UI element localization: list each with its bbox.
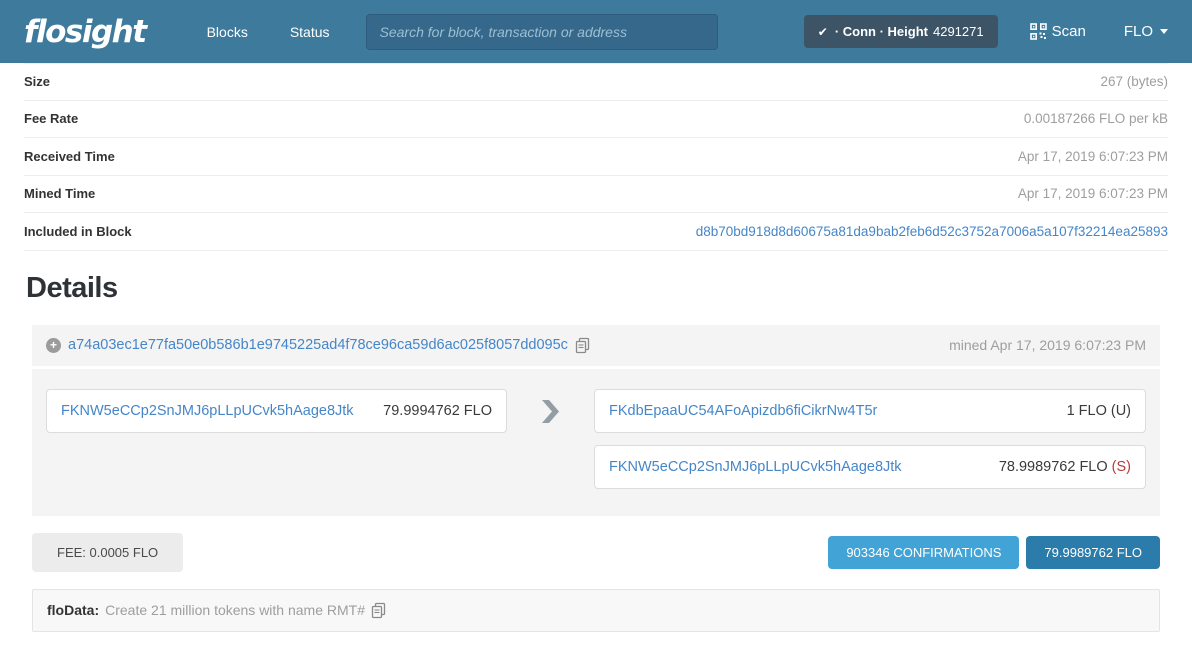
output-row: FKNW5eCCp2SnJMJ6pLLpUCvk5hAage8Jtk 78.99… [594,445,1146,489]
currency-dropdown[interactable]: FLO [1124,23,1168,40]
navbar: flosight Blocks Status ✔ · Conn · Height… [0,0,1192,63]
row-label: Included in Block [24,224,132,239]
arrow-column [507,389,594,489]
row-value: Apr 17, 2019 6:07:23 PM [1018,186,1168,201]
check-icon: ✔ [818,25,828,39]
table-row-fee-rate: Fee Rate 0.00187266 FLO per kB [24,101,1168,139]
unspent-flag: (U) [1111,403,1131,419]
row-label: Mined Time [24,186,95,201]
output-amount: 78.9989762 FLO(S) [999,459,1131,475]
spent-flag: (S) [1112,459,1131,475]
output-address-link[interactable]: FKdbEpaaUC54AFoApizdb6fiCikrNw4T5r [609,403,877,419]
txid-link[interactable]: a74a03ec1e77fa50e0b586b1e9745225ad4f78ce… [68,337,568,353]
output-address-link[interactable]: FKNW5eCCp2SnJMJ6pLLpUCvk5hAage8Jtk [609,459,902,475]
tx-summary-table: Size 267 (bytes) Fee Rate 0.00187266 FLO… [24,63,1168,251]
input-row: FKNW5eCCp2SnJMJ6pLLpUCvk5hAage8Jtk 79.99… [46,389,507,433]
search-wrap [366,14,718,50]
row-label: Received Time [24,149,115,164]
table-row-included-in-block: Included in Block d8b70bd918d8d60675a81d… [24,213,1168,251]
input-address-link[interactable]: FKNW5eCCp2SnJMJ6pLLpUCvk5hAage8Jtk [61,403,354,419]
table-row-mined-time: Mined Time Apr 17, 2019 6:07:23 PM [24,176,1168,214]
row-value: Apr 17, 2019 6:07:23 PM [1018,149,1168,164]
nav-item-blocks[interactable]: Blocks [186,24,269,40]
scan-label: Scan [1052,23,1086,40]
flodata-text: Create 21 million tokens with name RMT# [105,602,365,618]
transaction-card: + a74a03ec1e77fa50e0b586b1e9745225ad4f78… [32,325,1160,516]
confirmations-button[interactable]: 903346 CONFIRMATIONS [828,536,1019,569]
table-row-size: Size 267 (bytes) [24,63,1168,101]
copy-icon[interactable] [575,337,591,354]
currency-label: FLO [1124,23,1153,40]
brand-logo[interactable]: flosight [24,14,146,50]
row-label: Size [24,74,50,89]
fee-row: FEE: 0.0005 FLO 903346 CONFIRMATIONS 79.… [32,533,1160,572]
inputs-column: FKNW5eCCp2SnJMJ6pLLpUCvk5hAage8Jtk 79.99… [46,389,507,489]
chevron-right-icon [542,400,559,489]
outputs-column: FKdbEpaaUC54AFoApizdb6fiCikrNw4T5r 1 FLO… [594,389,1146,489]
input-amount: 79.9994762 FLO [383,403,492,419]
copy-icon[interactable] [371,602,387,619]
row-label: Fee Rate [24,111,78,126]
navbar-right: ✔ · Conn · Height 4291271 [804,15,1168,48]
connection-status-badge[interactable]: ✔ · Conn · Height 4291271 [804,15,998,48]
expand-plus-icon[interactable]: + [46,338,61,353]
main-content: Size 267 (bytes) Fee Rate 0.00187266 FLO… [0,63,1192,632]
block-hash-link[interactable]: d8b70bd918d8d60675a81da9bab2feb6d52c3752… [696,224,1168,239]
nav-item-status[interactable]: Status [269,24,351,40]
output-amount: 1 FLO(U) [1067,403,1131,419]
mined-time-label: mined Apr 17, 2019 6:07:23 PM [949,337,1146,353]
row-value: 0.00187266 FLO per kB [1024,111,1168,126]
transaction-header-left: + a74a03ec1e77fa50e0b586b1e9745225ad4f78… [46,337,591,354]
transaction-header: + a74a03ec1e77fa50e0b586b1e9745225ad4f78… [32,325,1160,369]
output-row: FKdbEpaaUC54AFoApizdb6fiCikrNw4T5r 1 FLO… [594,389,1146,433]
flodata-label: floData: [47,602,99,618]
flodata-box: floData: Create 21 million tokens with n… [32,589,1160,632]
qr-code-icon [1030,23,1047,40]
block-height-value: 4291271 [933,24,984,39]
chevron-down-icon [1160,29,1168,34]
scan-button[interactable]: Scan [1030,23,1086,40]
row-value: 267 (bytes) [1100,74,1168,89]
fee-buttons: 903346 CONFIRMATIONS 79.9989762 FLO [828,536,1160,569]
table-row-received-time: Received Time Apr 17, 2019 6:07:23 PM [24,138,1168,176]
transaction-body: FKNW5eCCp2SnJMJ6pLLpUCvk5hAage8Jtk 79.99… [32,369,1160,516]
status-badge-label: · Conn · Height [835,24,928,39]
fee-badge: FEE: 0.0005 FLO [32,533,183,572]
page-title: Details [26,272,1168,305]
total-amount-button[interactable]: 79.9989762 FLO [1026,536,1160,569]
search-input[interactable] [366,14,718,50]
